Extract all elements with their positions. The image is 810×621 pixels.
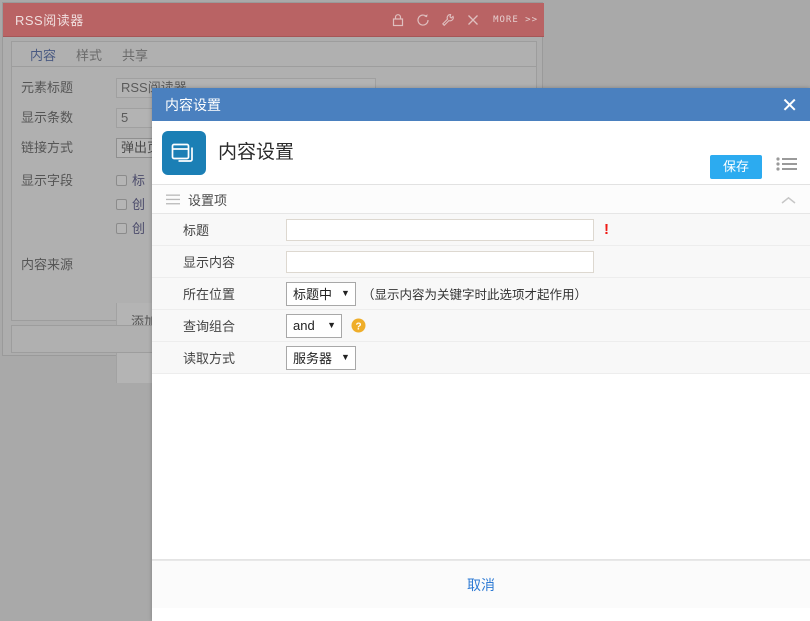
settings-form: 标题 ! 显示内容 所在位置 标题中 ▼ （显示内容为关键字时此选项才起作用） [152, 214, 810, 374]
location-select[interactable]: 标题中 ▼ [286, 281, 356, 306]
form-row-query-combo: 查询组合 and ▼ ? [152, 310, 810, 342]
background-window-titlebar-icons: MORE >> [391, 3, 538, 37]
save-button[interactable]: 保存 [709, 155, 762, 179]
read-mode-select-value: 服务器 [293, 351, 333, 366]
query-combo-select[interactable]: and ▼ [286, 313, 342, 338]
location-select-value: 标题中 [293, 287, 333, 302]
bg-label-item-count: 显示条数 [21, 110, 74, 125]
close-icon[interactable] [466, 13, 480, 27]
dialog-header: 内容设置 保存 [152, 121, 810, 185]
bg-label-element-title: 元素标题 [21, 80, 74, 95]
dialog-footer: 取消 [152, 560, 810, 608]
bg-checkbox-label-1: 创 [132, 197, 146, 212]
query-combo-select-value: and [293, 318, 315, 333]
location-hint: （显示内容为关键字时此选项才起作用） [361, 288, 587, 302]
bg-checkbox-label-0: 标 [132, 173, 146, 188]
hamburger-icon [166, 194, 180, 205]
chevron-up-icon[interactable] [781, 193, 796, 208]
background-window-tabs: 内容 样式 共享 [11, 41, 537, 67]
checkbox-icon[interactable] [116, 223, 127, 234]
form-control-read-mode: 服务器 ▼ [286, 345, 810, 370]
more-button[interactable]: MORE >> [493, 15, 538, 25]
chevron-down-icon: ▼ [341, 352, 350, 362]
cancel-button[interactable]: 取消 [467, 575, 495, 595]
wrench-icon[interactable] [441, 13, 455, 27]
refresh-icon[interactable] [416, 13, 430, 27]
form-row-display-content: 显示内容 [152, 246, 810, 278]
settings-section-header: 设置项 [152, 185, 810, 214]
display-content-input[interactable] [286, 250, 594, 273]
bg-label-content-source: 内容来源 [21, 257, 74, 272]
background-window-titlebar: RSS阅读器 MORE >> [3, 3, 544, 37]
form-label-location: 所在位置 [183, 287, 236, 302]
form-label-display-content: 显示内容 [183, 255, 236, 270]
form-row-location: 所在位置 标题中 ▼ （显示内容为关键字时此选项才起作用） [152, 278, 810, 310]
lock-icon[interactable] [391, 13, 405, 27]
dialog-app-title: 内容设置 [218, 142, 295, 163]
settings-section-title: 设置项 [188, 192, 228, 208]
content-settings-dialog: 内容设置 ✕ 内容设置 保存 设置项 标题 ! 显示内容 所在位置 标题中 ▼ … [152, 88, 810, 621]
title-input[interactable] [286, 218, 594, 241]
question-help-icon[interactable]: ? [351, 318, 366, 333]
dialog-titlebar: 内容设置 ✕ [152, 88, 810, 121]
chevron-down-icon: ▼ [341, 288, 350, 298]
chevron-down-icon: ▼ [327, 320, 336, 330]
read-mode-select[interactable]: 服务器 ▼ [286, 345, 356, 370]
background-window-title: RSS阅读器 [15, 13, 84, 28]
tab-content[interactable]: 内容 [20, 43, 66, 66]
close-icon[interactable]: ✕ [781, 95, 798, 115]
form-control-location: 标题中 ▼ （显示内容为关键字时此选项才起作用） [286, 281, 810, 306]
bg-checkbox-label-2: 创 [132, 221, 146, 236]
form-row-read-mode: 读取方式 服务器 ▼ [152, 342, 810, 374]
form-label-title: 标题 [183, 223, 210, 238]
tab-share[interactable]: 共享 [112, 43, 158, 66]
list-icon[interactable] [776, 156, 798, 175]
bg-label-link-mode: 链接方式 [21, 140, 74, 155]
checkbox-icon[interactable] [116, 199, 127, 210]
form-label-query-combo: 查询组合 [183, 319, 236, 334]
checkbox-icon[interactable] [116, 175, 127, 186]
form-control-display-content [286, 250, 810, 273]
form-control-query-combo: and ▼ ? [286, 313, 810, 338]
window-stack-icon [162, 131, 206, 175]
form-row-title: 标题 ! [152, 214, 810, 246]
dialog-title: 内容设置 [165, 96, 221, 113]
dialog-empty-space [152, 374, 810, 560]
form-label-read-mode: 读取方式 [183, 351, 236, 366]
bg-label-display-fields: 显示字段 [21, 173, 74, 188]
svg-text:?: ? [355, 321, 361, 332]
form-control-title: ! [286, 218, 810, 241]
tab-style[interactable]: 样式 [66, 43, 112, 66]
required-mark: ! [604, 220, 609, 238]
